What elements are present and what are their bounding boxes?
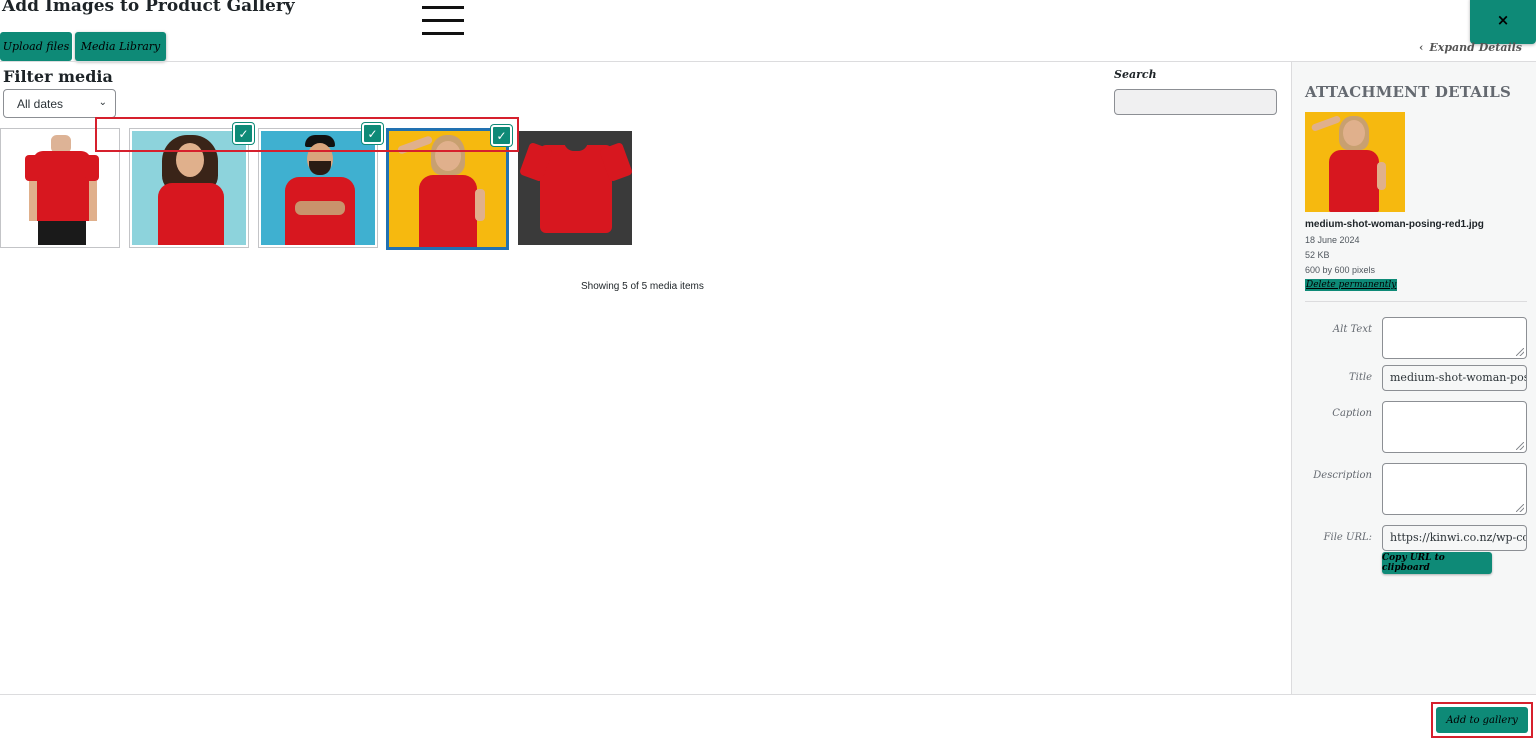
title-field[interactable]: medium-shot-woman-posing-red1 [1382,365,1527,391]
attachment-preview-image [1305,112,1405,212]
media-thumbnail-man-cap-blue [261,131,375,245]
close-icon: × [1496,11,1510,29]
attachment-dimensions: 600 by 600 pixels [1305,265,1376,275]
file-url-field[interactable]: https://kinwi.co.nz/wp-content/uploads/2… [1382,525,1527,551]
media-item-2[interactable]: ✓ [129,123,254,248]
filter-media-heading: Filter media [3,67,113,86]
check-icon[interactable]: ✓ [233,123,254,144]
close-button[interactable]: × [1470,0,1536,44]
attachment-file-name: medium-shot-woman-posing-red1.jpg [1305,219,1484,230]
caption-field[interactable] [1382,401,1527,453]
alt-text-field[interactable] [1382,317,1527,359]
media-item-4-selected[interactable]: ✓ [386,125,512,250]
media-count-status: Showing 5 of 5 media items [581,281,704,292]
expand-details-label: Expand Details [1429,41,1522,54]
footer-divider [0,694,1536,695]
tab-media-library[interactable]: Media Library [75,32,166,61]
media-thumbnail-woman-light-blue [132,131,246,245]
delete-permanently-link[interactable]: Delete permanently [1305,279,1398,291]
add-to-gallery-button[interactable]: Add to gallery [1436,707,1528,733]
caption-label: Caption [1332,408,1372,419]
expand-details-link[interactable]: ‹ Expand Details [1419,41,1522,54]
chevron-down-icon: ⌄ [98,97,107,108]
alt-text-label: Alt Text [1332,324,1372,335]
sidebar-divider [1291,62,1292,694]
date-filter-value: All dates [17,96,64,111]
tab-upload-files[interactable]: Upload files [0,32,72,61]
attachment-size: 52 KB [1305,250,1330,260]
attachment-details-heading: ATTACHMENT DETAILS [1305,83,1512,101]
media-thumbnail-woman-yellow [389,131,506,247]
date-filter-select[interactable]: All dates ⌄ [3,89,116,118]
check-icon[interactable]: ✓ [491,125,512,146]
search-input[interactable] [1114,89,1277,115]
media-item-1[interactable] [0,128,120,248]
title-label: Title [1348,372,1372,383]
file-url-label: File URL: [1323,532,1372,543]
media-thumbnail-red-tshirt-flatlay [518,131,632,245]
description-label: Description [1313,470,1372,481]
details-divider [1305,301,1527,302]
media-item-3[interactable]: ✓ [258,123,383,248]
copy-url-button[interactable]: Copy URL to clipboard [1382,552,1492,574]
media-item-5[interactable] [516,129,634,247]
hamburger-menu-icon[interactable] [422,6,464,36]
check-icon[interactable]: ✓ [362,123,383,144]
chevron-left-icon: ‹ [1419,41,1424,54]
modal-title: Add Images to Product Gallery [2,0,295,16]
description-field[interactable] [1382,463,1527,515]
search-label: Search [1114,68,1157,81]
media-thumbnail-man-red-tshirt [3,131,117,245]
attachment-date: 18 June 2024 [1305,235,1360,245]
